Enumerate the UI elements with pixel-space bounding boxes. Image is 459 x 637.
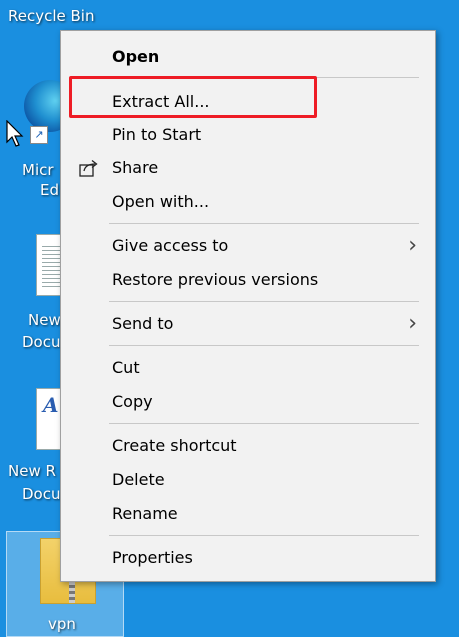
menu-item-delete-label: Delete — [112, 470, 165, 489]
menu-item-rename[interactable]: Rename — [61, 499, 435, 529]
menu-item-open-with-label: Open with... — [112, 192, 210, 211]
doc2-label-2[interactable]: Docu — [22, 484, 60, 504]
menu-item-cut-label: Cut — [112, 358, 140, 377]
menu-separator — [109, 345, 419, 346]
menu-item-properties-label: Properties — [112, 548, 193, 567]
menu-item-properties[interactable]: Properties — [61, 543, 435, 573]
menu-item-restore-previous-versions[interactable]: Restore previous versions — [61, 265, 435, 295]
menu-item-send-to[interactable]: Send to › — [61, 309, 435, 339]
menu-item-open-label: Open — [112, 47, 160, 66]
menu-item-restore-previous-versions-label: Restore previous versions — [112, 270, 319, 289]
shortcut-arrow-icon: ↗ — [30, 126, 48, 144]
chevron-right-icon: › — [408, 311, 417, 336]
menu-item-copy-label: Copy — [112, 392, 153, 411]
recycle-bin-label[interactable]: Recycle Bin — [8, 6, 94, 26]
edge-label-2[interactable]: Ed — [40, 180, 59, 200]
menu-item-share[interactable]: Share — [61, 153, 435, 183]
doc1-label-1[interactable]: New — [28, 310, 61, 330]
menu-separator — [109, 423, 419, 424]
menu-separator — [109, 223, 419, 224]
letter-a-icon: A — [43, 393, 59, 417]
menu-item-rename-label: Rename — [112, 504, 178, 523]
menu-item-open[interactable]: Open — [61, 42, 435, 72]
extract-all-highlight — [69, 76, 317, 118]
menu-separator — [109, 535, 419, 536]
menu-item-give-access-to-label: Give access to — [112, 236, 229, 255]
vpn-label[interactable]: vpn — [48, 614, 76, 634]
menu-item-cut[interactable]: Cut — [61, 353, 435, 383]
menu-item-send-to-label: Send to — [112, 314, 174, 333]
doc1-label-2[interactable]: Docu — [22, 332, 60, 352]
menu-item-open-with[interactable]: Open with... — [61, 187, 435, 217]
menu-item-create-shortcut[interactable]: Create shortcut — [61, 431, 435, 461]
menu-item-create-shortcut-label: Create shortcut — [112, 436, 237, 455]
share-icon — [79, 159, 98, 177]
mouse-cursor-icon — [6, 120, 24, 147]
doc2-label-1[interactable]: New R — [8, 461, 56, 481]
menu-item-pin-to-start-label: Pin to Start — [112, 125, 202, 144]
menu-item-share-label: Share — [112, 158, 159, 177]
menu-item-give-access-to[interactable]: Give access to › — [61, 231, 435, 261]
menu-item-copy[interactable]: Copy — [61, 387, 435, 417]
menu-item-delete[interactable]: Delete — [61, 465, 435, 495]
chevron-right-icon: › — [408, 233, 417, 258]
edge-label-1[interactable]: Micr — [22, 160, 54, 180]
menu-separator — [109, 301, 419, 302]
menu-item-pin-to-start[interactable]: Pin to Start — [61, 120, 435, 150]
